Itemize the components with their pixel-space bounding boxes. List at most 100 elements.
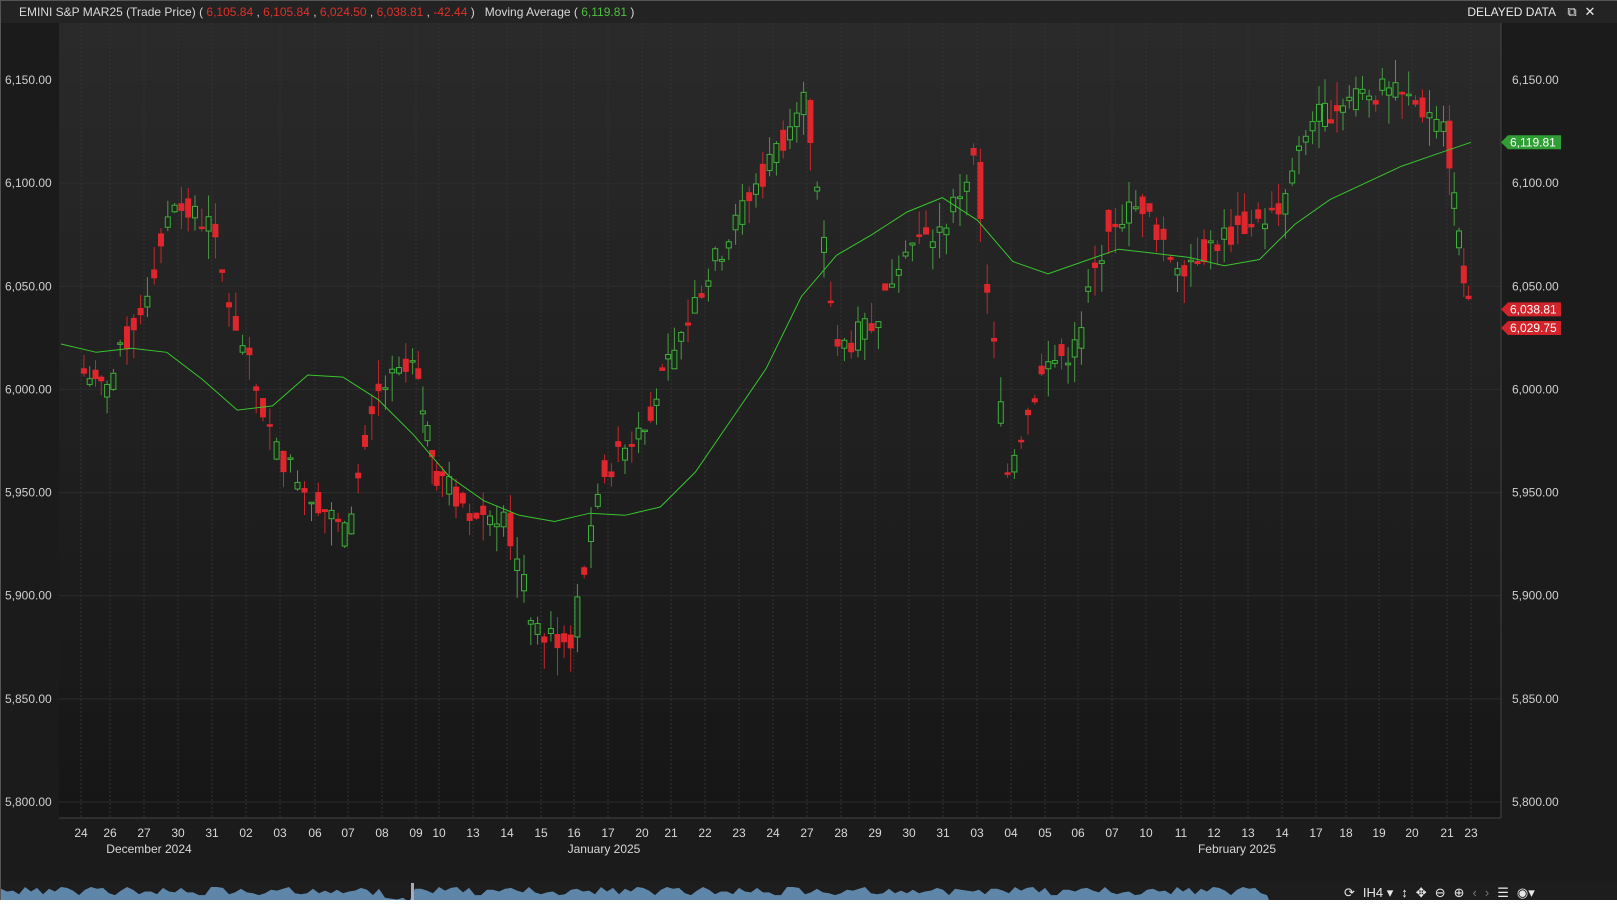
candle-body [1187, 259, 1194, 263]
x-month-label: December 2024 [106, 842, 192, 856]
candle-body [308, 501, 315, 505]
high-value: 6,105.84 [263, 5, 310, 19]
candle-body [875, 321, 882, 329]
candle-body [821, 236, 827, 253]
candle-body [1234, 215, 1241, 226]
candle-body [1340, 105, 1346, 113]
candle-body [1426, 112, 1433, 119]
candle-body [192, 205, 198, 219]
y-tick-label-left: 6,050.00 [5, 279, 52, 293]
x-day-label: 23 [732, 826, 746, 840]
candle-body [1038, 365, 1045, 375]
candle-body [1018, 439, 1025, 443]
candle-body [712, 248, 719, 262]
candle-body [1025, 409, 1031, 416]
candle-body [171, 204, 178, 213]
candle-body [1221, 227, 1228, 240]
candle-body [1262, 223, 1268, 230]
indicator-value: 6,119.81 [581, 5, 628, 19]
candle-body [396, 367, 402, 374]
candle-body [943, 227, 950, 236]
candle-body [698, 293, 705, 298]
candle-body [507, 512, 514, 547]
candle-body [335, 518, 342, 523]
x-day-label: 09 [409, 826, 423, 840]
candle-body [882, 283, 889, 291]
candle-body [253, 386, 260, 391]
candle-body [315, 492, 322, 514]
indicator-name: Moving Average [484, 5, 571, 19]
x-day-label: 20 [1405, 826, 1419, 840]
close-icon[interactable]: ✕ [1583, 5, 1597, 19]
candle-body [459, 493, 466, 504]
candle-body [594, 493, 601, 507]
candle-body [98, 376, 105, 382]
candle-body [348, 513, 355, 535]
price-chart[interactable]: 6,150.00 6,150.00 6,100.00 6,100.00 6,050.00… [1, 23, 1617, 881]
y-tick-label-left: 6,150.00 [5, 73, 52, 87]
candle-body [895, 268, 902, 276]
candle-body [780, 129, 787, 151]
candle-body [280, 450, 287, 473]
delayed-data-label: DELAYED DATA [1467, 5, 1556, 19]
candle-body [1112, 223, 1119, 228]
candle-body [1460, 265, 1467, 284]
x-day-label: 07 [341, 826, 355, 840]
candle-body [861, 318, 868, 340]
candle-body [561, 633, 568, 643]
x-day-label: 23 [1464, 826, 1478, 840]
x-day-label: 31 [205, 826, 219, 840]
candle-body [1214, 244, 1221, 251]
x-month-label: February 2025 [1198, 842, 1276, 856]
change-value: -42.44 [433, 5, 468, 19]
candle-body [725, 241, 732, 249]
x-day-label: 10 [432, 826, 446, 840]
candle-body [991, 337, 997, 342]
x-day-label: 21 [664, 826, 678, 840]
candle-body [1004, 472, 1011, 475]
candle-body [1352, 88, 1359, 111]
candle-body [287, 457, 294, 460]
candle-body [691, 297, 698, 314]
candle-body [1379, 78, 1386, 91]
candle-body [110, 372, 117, 390]
candle-body [1146, 203, 1153, 212]
candle-body [1132, 206, 1139, 210]
candle-body [1031, 398, 1038, 403]
candle-body [226, 302, 232, 308]
restore-icon[interactable]: ⧉ [1565, 5, 1579, 19]
candle-body [382, 387, 389, 390]
candle-body [1011, 454, 1018, 473]
candle-body [541, 636, 548, 643]
candle-body [739, 200, 746, 225]
y-tick-label-left: 6,100.00 [5, 176, 52, 190]
candle-body [1289, 170, 1296, 184]
candle-body [429, 450, 436, 458]
candle-body [80, 368, 87, 374]
candle-body [480, 505, 487, 515]
x-day-label: 21 [1440, 826, 1454, 840]
candle-body [705, 280, 712, 287]
candle-body [1302, 135, 1309, 143]
candle-body [653, 398, 660, 406]
candle-body [1241, 211, 1248, 235]
candle-body [487, 515, 493, 526]
y-tick-label-right: 6,100.00 [1512, 176, 1559, 190]
candle-body [130, 317, 137, 331]
candle-body [787, 126, 793, 141]
candle-body [266, 424, 273, 427]
candle-body [124, 326, 130, 350]
candle-body [1359, 88, 1366, 94]
candle-body [936, 226, 943, 233]
x-day-label: 13 [466, 826, 480, 840]
candle-body [164, 216, 171, 228]
candle-body [321, 509, 328, 513]
candle-body [117, 342, 124, 345]
candle-body [800, 91, 807, 116]
candle-body [1065, 362, 1072, 366]
candle-body [473, 512, 480, 519]
x-day-label: 30 [902, 826, 916, 840]
candle-body [622, 447, 628, 461]
x-day-label: 10 [1139, 826, 1153, 840]
candle-body [219, 269, 226, 273]
